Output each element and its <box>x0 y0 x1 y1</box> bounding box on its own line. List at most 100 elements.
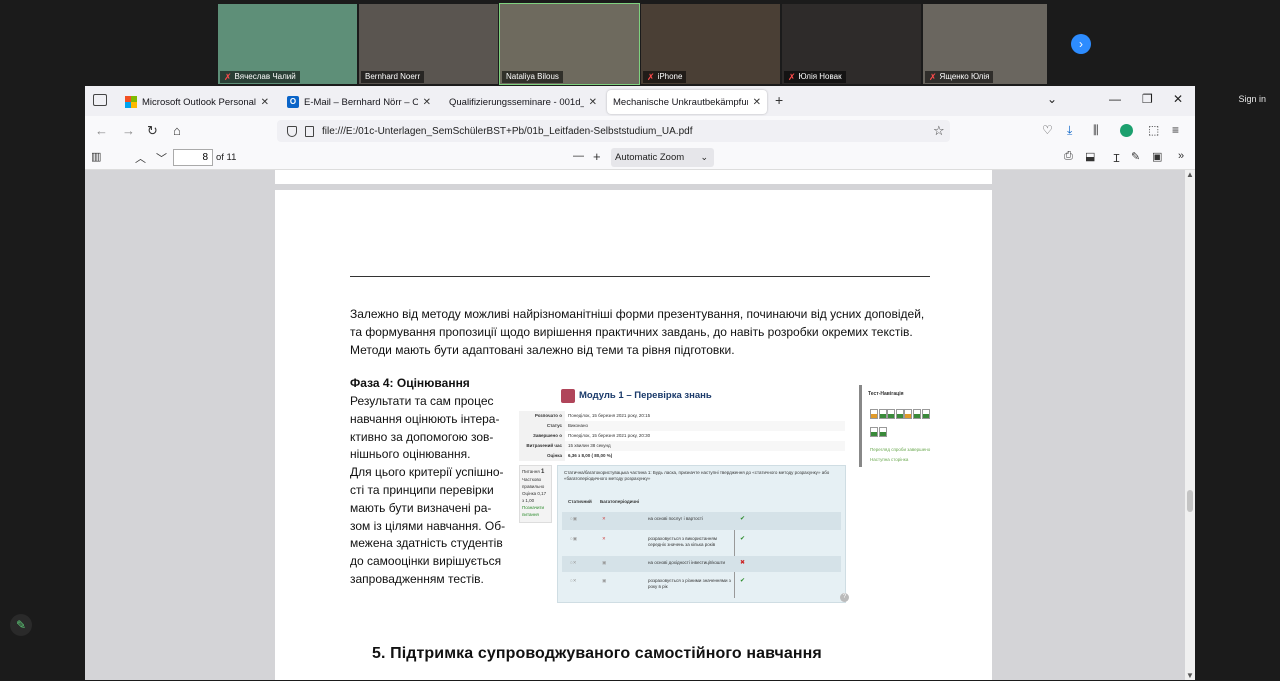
participant-name: ✗ Вячеслав Чалий <box>220 71 300 83</box>
page-count: of 11 <box>216 152 237 163</box>
mic-muted-icon: ✗ <box>788 72 796 82</box>
chevron-right-icon[interactable]: › <box>1071 34 1091 54</box>
page-number-input[interactable]: 8 <box>173 149 213 166</box>
page-icon[interactable] <box>305 125 314 137</box>
participant-name: ✗ Юлія Новак <box>784 71 846 83</box>
restore-icon[interactable]: ❐ <box>1142 92 1153 106</box>
extensions-icon[interactable]: ⬚ <box>1148 123 1159 137</box>
summary-row: Статус Виконано <box>519 421 845 431</box>
mic-muted-icon: ✗ <box>647 72 655 82</box>
pdf-viewer[interactable]: Залежно від методу можливі найрізноманіт… <box>85 170 1195 680</box>
bookmark-star-icon[interactable]: ☆ <box>933 123 945 139</box>
download-icon[interactable]: ⤓ <box>1067 123 1072 138</box>
library-icon[interactable]: ⫼ <box>1093 123 1099 138</box>
tab-overflow-chevron-icon[interactable]: ⌄ <box>1047 92 1057 106</box>
mic-muted-icon: ✗ <box>224 72 232 82</box>
tab-list-icon[interactable] <box>93 94 107 106</box>
quiz-nav-button <box>912 409 921 419</box>
body-paragraph: Залежно від методу можливі найрізноманіт… <box>350 307 925 357</box>
previous-page-bottom <box>275 170 992 184</box>
sign-in-link[interactable]: Sign in <box>1238 94 1266 104</box>
outlook-icon: O <box>287 96 299 108</box>
print-icon[interactable]: ⎙ <box>1064 150 1073 163</box>
question-info-box: Питання 1 Частково правильно Оцінка 0,17… <box>519 465 552 523</box>
video-tile-active-speaker[interactable]: Nataliya Bilous <box>499 3 640 85</box>
quiz-summary-table: Розпочато о Понеділок, 15 березня 2021 ро… <box>519 411 845 461</box>
close-icon[interactable]: ✕ <box>261 97 269 108</box>
quiz-nav-grid <box>870 409 948 445</box>
pocket-icon[interactable]: ♡ <box>1042 123 1053 137</box>
quiz-icon <box>561 389 575 403</box>
participant-name: Nataliya Bilous <box>502 71 563 83</box>
forward-arrow-icon[interactable]: → <box>122 123 135 138</box>
question-row: ○▣ ✕ на основі послуг і вартості ✔ <box>562 512 841 530</box>
microsoft-icon <box>125 96 137 108</box>
draw-pen-icon[interactable]: ✎ <box>1131 150 1140 163</box>
video-tile[interactable]: ✗ iPhone <box>641 4 780 84</box>
reload-icon[interactable]: ↻ <box>147 123 158 139</box>
zoom-out-icon[interactable]: — <box>573 150 584 162</box>
new-tab-plus-icon[interactable]: + <box>775 92 783 108</box>
help-icon: ? <box>840 593 849 602</box>
pdf-toolbar: ▥ ︿ ﹀ 8 of 11 — + Automatic Zoom ⌄ ⎙ ⬓ Ｉ… <box>85 146 1195 170</box>
url-text[interactable]: file:///E:/01c-Unterlagen_SemSchülerBST+… <box>322 126 693 137</box>
quiz-nav-button <box>870 409 878 419</box>
mic-muted-icon: ✗ <box>929 72 937 82</box>
home-icon[interactable]: ⌂ <box>173 123 181 138</box>
embedded-quiz-screenshot: Модуль 1 – Перевірка знань Розпочато о По… <box>519 385 947 603</box>
image-tool-icon[interactable]: ▣ <box>1152 150 1162 163</box>
tab-mechanische-unkrautbekaempfung[interactable]: Mechanische Unkrautbekämpfung - ✕ <box>607 90 767 114</box>
video-tile[interactable]: Bernhard Noerr <box>359 4 498 84</box>
more-tools-chevron-icon[interactable]: » <box>1178 150 1184 162</box>
participant-name: ✗ Ященко Юлія <box>925 71 994 83</box>
question-row: ○✕ ▣ розраховується з різними значеннями … <box>570 578 746 589</box>
nav-bar: ← → ↻ ⌂ file:///E:/01c-Unterlagen_SemSch… <box>85 116 1195 146</box>
question-box: Статична/багатокористувацька частина 1: … <box>557 465 849 603</box>
phase-heading: Фаза 4: Оцінювання <box>350 376 470 390</box>
scroll-down-icon[interactable]: ▼ <box>1186 671 1194 680</box>
shield-icon[interactable] <box>287 125 297 137</box>
video-tile[interactable]: ✗ Юлія Новак <box>782 4 921 84</box>
tab-outlook-personal[interactable]: Microsoft Outlook Personal Em ✕ <box>119 90 275 114</box>
previous-page-chevron-up-icon[interactable]: ︿ <box>135 150 146 166</box>
quiz-nav-button <box>870 427 878 437</box>
quiz-nav-button <box>878 427 887 437</box>
separator-line <box>350 276 930 277</box>
sidebar-toggle-icon[interactable]: ▥ <box>91 150 101 163</box>
scroll-up-icon[interactable]: ▲ <box>1186 170 1194 179</box>
text-tool-icon[interactable]: Ｉ <box>1111 150 1122 166</box>
url-bar[interactable]: file:///E:/01c-Unterlagen_SemSchülerBST+… <box>277 120 950 142</box>
minimize-icon[interactable]: — <box>1109 92 1121 106</box>
quiz-navigation: Тест-Навігація Перегляд спроби завершено… <box>859 385 947 467</box>
video-tile[interactable]: ✗ Вячеслав Чалий <box>218 4 357 84</box>
back-arrow-icon[interactable]: ← <box>95 123 108 138</box>
tab-qualifizierungsseminare[interactable]: Qualifizierungsseminare - 001d_Pro ✕ <box>443 90 603 114</box>
scrollbar-thumb[interactable] <box>1187 490 1193 512</box>
close-icon[interactable]: ✕ <box>589 97 597 108</box>
zoom-in-icon[interactable]: + <box>593 149 601 164</box>
close-icon[interactable]: ✕ <box>423 97 431 108</box>
chevron-down-icon: ⌄ <box>700 152 708 162</box>
close-window-icon[interactable]: ✕ <box>1173 92 1183 106</box>
quiz-nav-button <box>921 409 930 419</box>
close-icon[interactable]: ✕ <box>753 97 761 108</box>
quiz-nav-button <box>887 409 896 419</box>
participant-name: ✗ iPhone <box>643 71 687 83</box>
zoom-select[interactable]: Automatic Zoom ⌄ <box>611 148 714 167</box>
question-row: ○✕ ▣ на основі дохідності інвестиції/кошт… <box>562 556 841 572</box>
quiz-nav-button <box>904 409 913 419</box>
next-page-chevron-down-icon[interactable]: ﹀ <box>156 150 167 166</box>
save-icon[interactable]: ⬓ <box>1085 150 1095 163</box>
participant-name: Bernhard Noerr <box>361 71 425 83</box>
video-tile[interactable]: ✗ Ященко Юлія <box>923 4 1047 84</box>
menu-hamburger-icon[interactable]: ≡ <box>1172 123 1179 137</box>
summary-row: Розпочато о Понеділок, 15 березня 2021 ро… <box>519 411 845 421</box>
pen-icon[interactable]: ✎ <box>10 614 32 636</box>
tab-email-outlook[interactable]: O E-Mail – Bernhard Nörr – Outlo ✕ <box>281 90 437 114</box>
vertical-scrollbar[interactable]: ▲ ▼ <box>1185 170 1195 680</box>
tab-bar: Microsoft Outlook Personal Em ✕ O E-Mail… <box>85 86 1195 116</box>
extension-account-icon[interactable] <box>1120 124 1133 137</box>
summary-row: Оцінка 6,36 з 8,00 ( 80,00 %) <box>519 451 845 461</box>
quiz-nav-button <box>895 409 904 419</box>
summary-row: Витрачений час 15 хвилин 38 секунд <box>519 441 845 451</box>
